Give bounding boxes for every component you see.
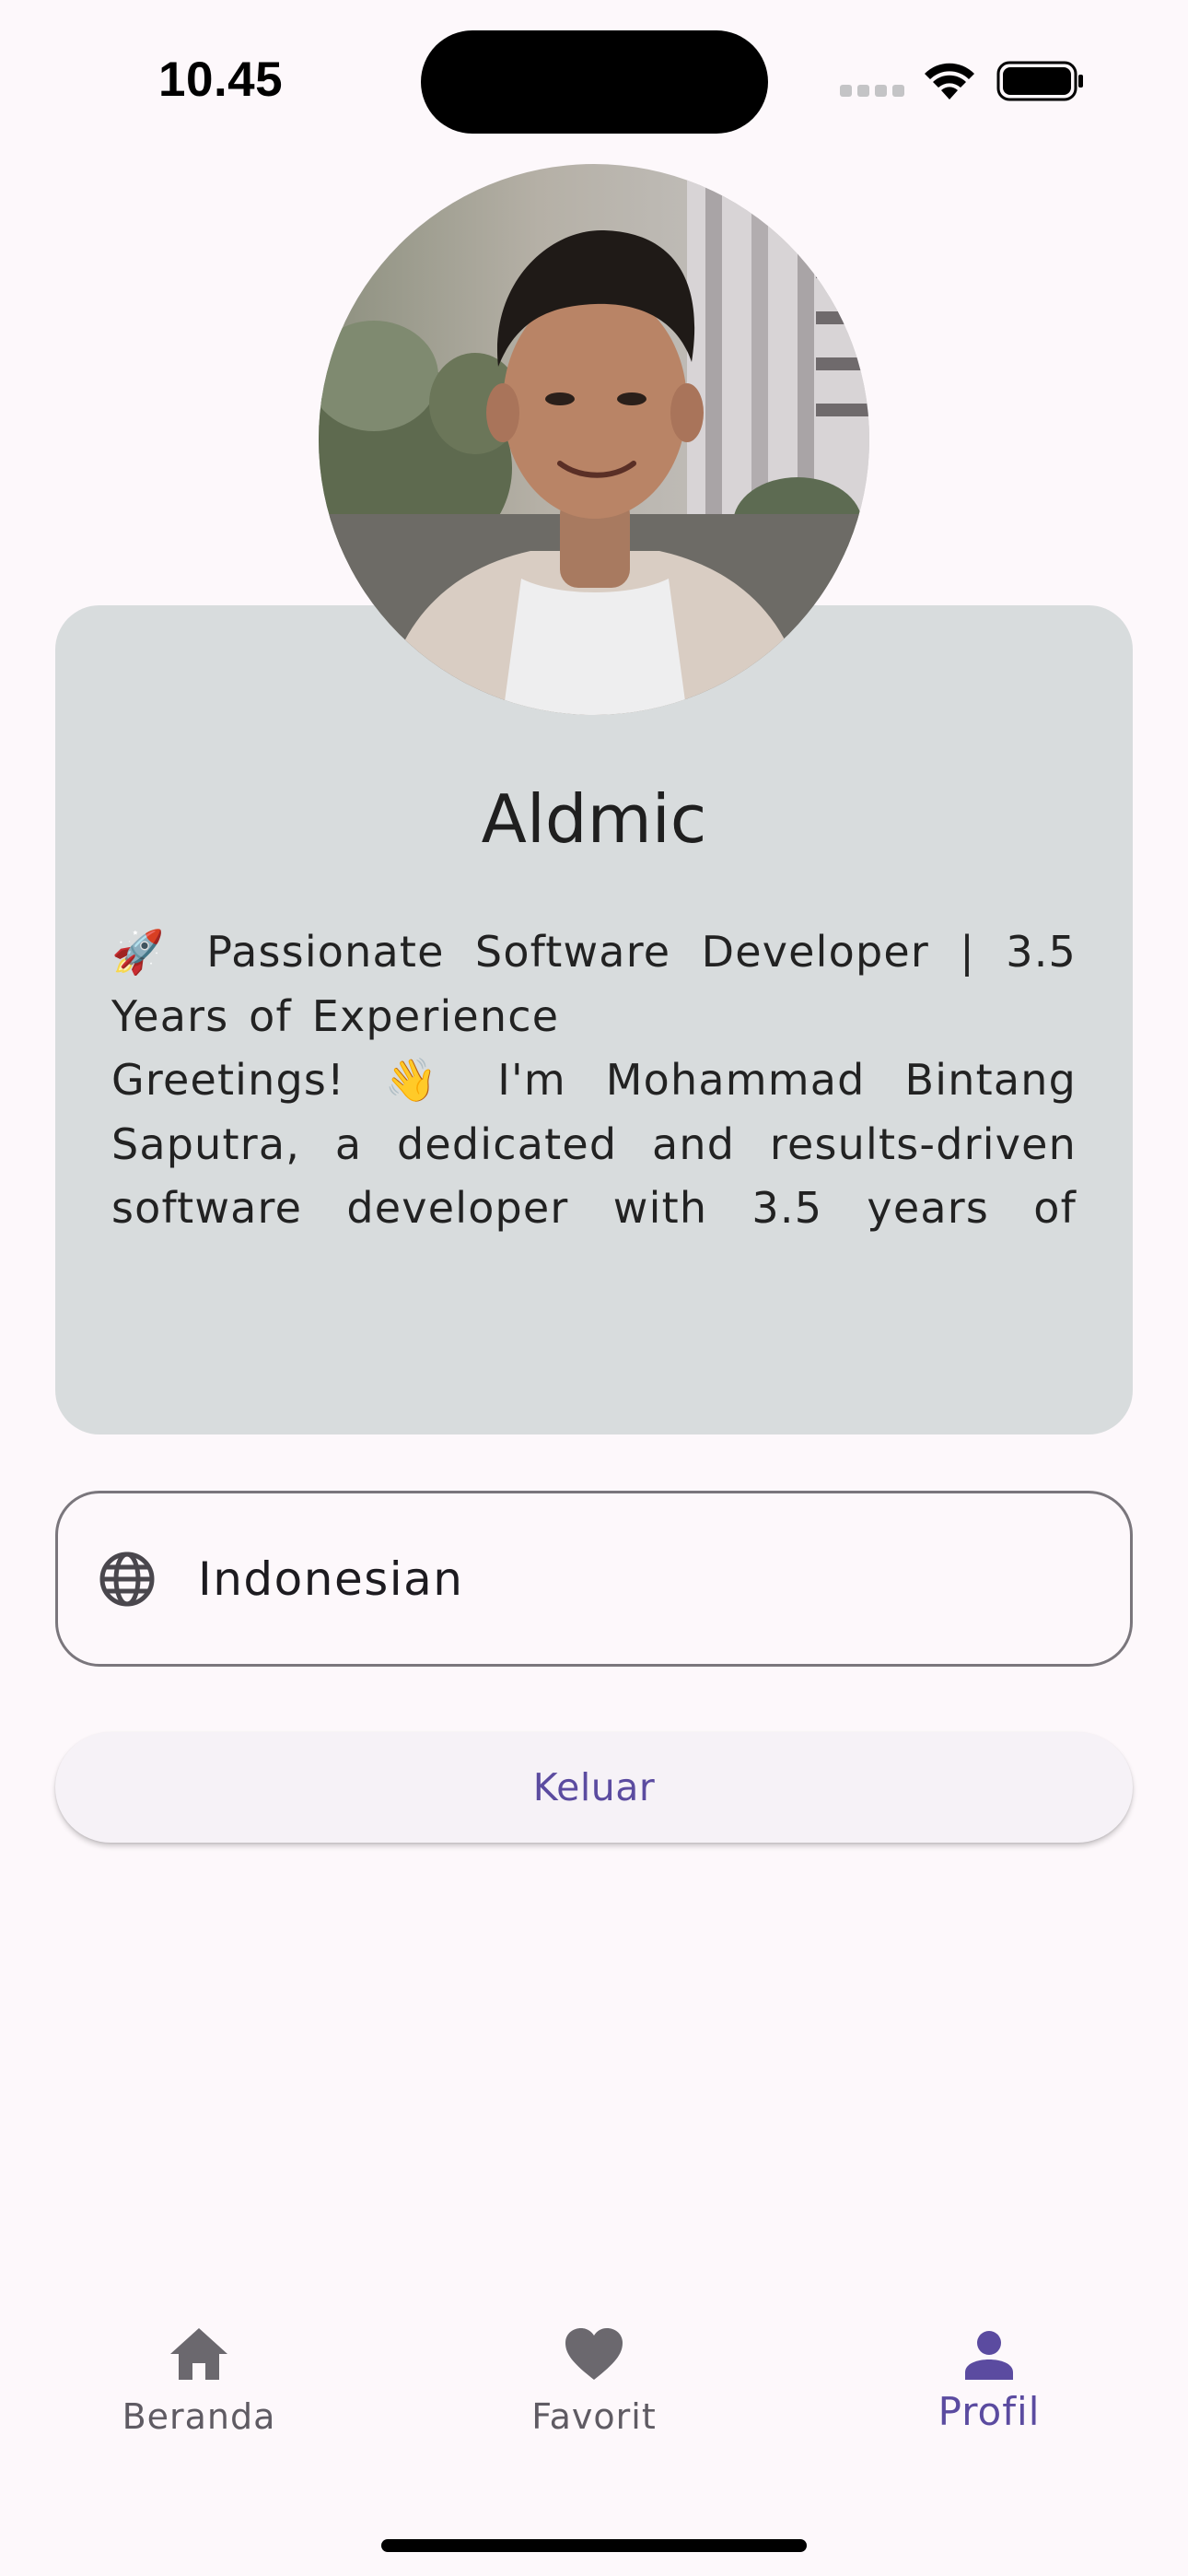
language-selector[interactable]: Indonesian xyxy=(55,1491,1133,1667)
cellular-signal-icon xyxy=(840,85,904,98)
person-icon xyxy=(965,2331,1013,2380)
wifi-icon xyxy=(925,63,974,100)
nav-label-favorit: Favorit xyxy=(531,2396,657,2437)
profile-screen: 10.45 Aldmic 🚀 Passionate Software Devel… xyxy=(0,0,1188,2576)
profile-name: Aldmic xyxy=(481,780,707,858)
bio-headline: 🚀 Passionate Software Developer | 3.5 Ye… xyxy=(111,927,1077,1041)
bottom-navigation: Beranda Favorit Profil xyxy=(0,2308,1188,2492)
profile-card: Aldmic 🚀 Passionate Software Developer |… xyxy=(55,605,1133,1434)
nav-item-favorit[interactable]: Favorit xyxy=(456,2308,732,2474)
bio-body: Greetings! 👋 I'm Mohammad Bintang Saputr… xyxy=(111,1055,1077,1233)
status-time: 10.45 xyxy=(158,53,284,107)
home-indicator xyxy=(381,2539,807,2552)
profile-avatar xyxy=(319,164,869,715)
battery-icon xyxy=(996,61,1083,101)
home-icon xyxy=(170,2328,227,2380)
profile-bio: 🚀 Passionate Software Developer | 3.5 Ye… xyxy=(111,920,1077,1243)
nav-label-beranda: Beranda xyxy=(122,2396,276,2437)
nav-item-beranda[interactable]: Beranda xyxy=(61,2308,337,2474)
globe-icon xyxy=(95,1547,159,1611)
heart-icon xyxy=(565,2328,623,2380)
nav-item-profil[interactable]: Profil xyxy=(851,2308,1127,2474)
nav-label-profil: Profil xyxy=(938,2389,1041,2434)
logout-button[interactable]: Keluar xyxy=(55,1732,1133,1843)
dynamic-island xyxy=(421,30,768,134)
language-label: Indonesian xyxy=(198,1551,464,1606)
